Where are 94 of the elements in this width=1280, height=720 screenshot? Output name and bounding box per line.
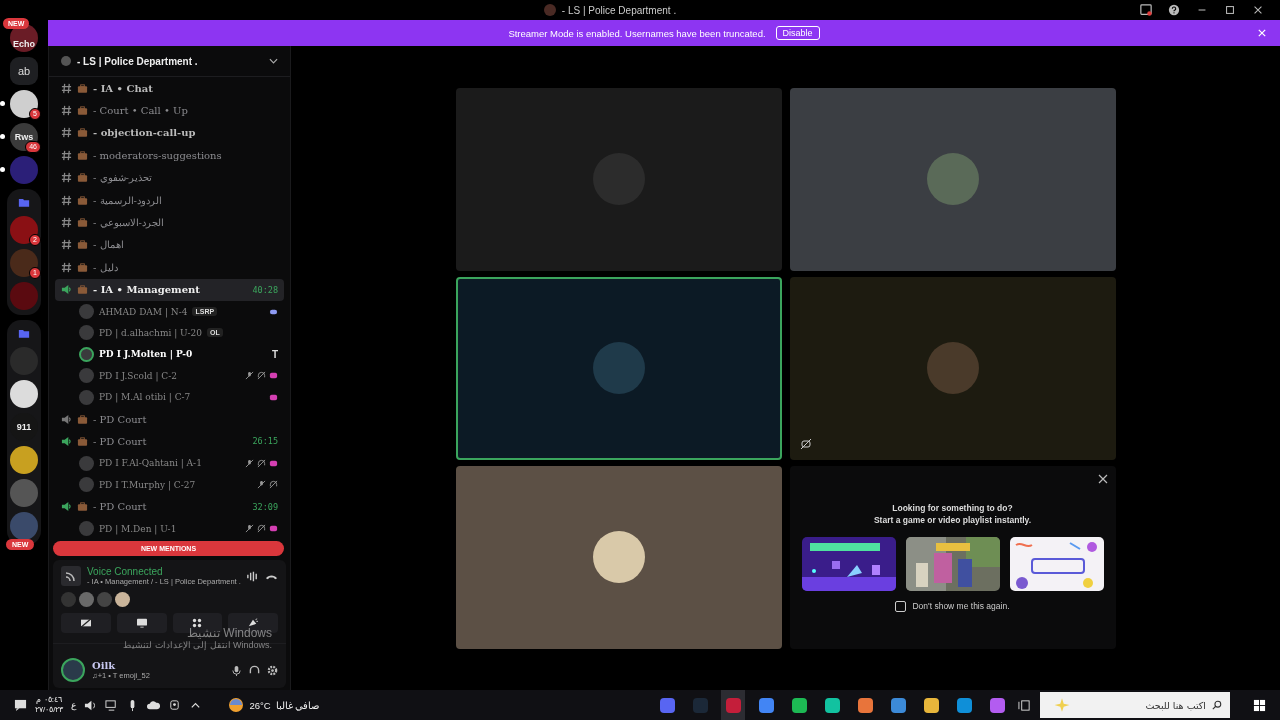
voice-member[interactable]: PD I J.Scold | C-2 xyxy=(55,365,284,387)
channel-item[interactable]: - objection-call-up xyxy=(55,121,284,145)
channel-item[interactable]: - Court • Call • Up xyxy=(55,99,284,122)
server-icon[interactable] xyxy=(10,380,38,408)
disable-button[interactable]: Disable xyxy=(775,26,820,40)
video-tile[interactable] xyxy=(455,276,782,460)
briefcase-icon xyxy=(77,127,88,139)
briefcase-icon xyxy=(77,435,88,447)
search-icon xyxy=(1212,700,1222,710)
folder-icon xyxy=(18,197,30,208)
briefcase-icon xyxy=(77,105,88,117)
banner-text: Streamer Mode is enabled. Usernames have been truncated. xyxy=(508,27,766,39)
hashtag-icon xyxy=(61,239,72,251)
maximize-icon[interactable] xyxy=(1224,4,1236,16)
hashtag-icon xyxy=(61,82,72,94)
server-icon[interactable] xyxy=(10,446,38,474)
activation-title: تنشيط Windows xyxy=(187,626,273,640)
camera-off-icon xyxy=(79,618,92,628)
language-indicator[interactable]: ع xyxy=(71,700,77,710)
hashtag-icon xyxy=(61,127,72,139)
hashtag-icon xyxy=(61,194,72,206)
weather-icon xyxy=(228,697,245,713)
briefcase-icon xyxy=(77,194,88,206)
hashtag-icon xyxy=(61,105,72,117)
channel-item[interactable]: - PD Court 26:15 xyxy=(55,430,284,453)
party-horn-icon xyxy=(247,618,260,628)
channel-item[interactable]: - تحذير-شفوي xyxy=(55,166,284,189)
window-title: - LS | Police Department . xyxy=(561,4,677,16)
activation-text: انتقل إلى الإعدادات لتنشيط Windows. xyxy=(123,640,273,650)
cloud-icon[interactable] xyxy=(147,698,161,712)
activities-heading: Looking for something to do? xyxy=(892,502,1013,513)
checkbox[interactable] xyxy=(895,600,907,612)
hashtag-icon xyxy=(61,261,72,273)
channel-item[interactable]: - الجرد-الاسبوعي xyxy=(55,211,284,234)
task-view-icon[interactable] xyxy=(1018,698,1031,712)
connection-status: Voice Connected xyxy=(87,566,164,577)
hashtag-icon xyxy=(61,149,72,161)
channel-item[interactable]: - IA • Management 40:28 xyxy=(55,278,284,301)
channel-item[interactable]: - IA • Chat xyxy=(55,77,284,100)
server-icon xyxy=(543,4,556,16)
briefcase-icon xyxy=(77,217,88,229)
hashtag-icon xyxy=(61,217,72,229)
video-tile[interactable] xyxy=(789,276,1116,460)
server-header[interactable]: - LS | Police Department . xyxy=(49,46,290,77)
voice-member[interactable]: PD | M.Al otibi | C-7 xyxy=(55,386,284,408)
signal-icon xyxy=(61,566,81,586)
video-tile[interactable] xyxy=(455,465,782,649)
screen-share-button[interactable] xyxy=(116,613,167,633)
voice-member[interactable]: PD I F.Al-Qahtani | A-1 xyxy=(55,452,284,475)
briefcase-icon xyxy=(77,413,88,425)
close-icon[interactable] xyxy=(1252,4,1264,16)
channel-item[interactable]: - الردود-الرسمية xyxy=(55,188,284,212)
avatar[interactable] xyxy=(61,658,85,682)
channel-item[interactable]: - دليل xyxy=(55,256,284,279)
briefcase-icon xyxy=(77,284,88,296)
briefcase-icon xyxy=(77,172,88,184)
clock[interactable]: ٠٥:٤٦ م ٢٧/٠٥/٢٣ xyxy=(35,695,64,715)
briefcase-icon xyxy=(77,82,88,94)
server-icon[interactable] xyxy=(10,90,38,118)
checkbox-label: Don't show me this again. xyxy=(912,601,1010,611)
channel-item[interactable]: - moderators-suggestions xyxy=(55,144,284,167)
channel-item[interactable]: - اهمال xyxy=(55,233,284,257)
server-icon[interactable]: ab xyxy=(10,57,38,85)
briefcase-icon xyxy=(77,261,88,273)
briefcase-icon xyxy=(77,239,88,251)
camera-off-button[interactable] xyxy=(61,613,111,633)
username: Oilk xyxy=(92,660,117,671)
voice-member[interactable]: PD I J.Molten | P-0 T xyxy=(55,343,284,366)
video-tile[interactable] xyxy=(789,87,1116,271)
camera-icon[interactable] xyxy=(168,698,182,712)
help-icon[interactable] xyxy=(1168,4,1180,16)
briefcase-icon xyxy=(77,501,88,513)
search-field[interactable]: اكتب هنا للبحث xyxy=(1040,692,1230,718)
server-icon xyxy=(61,56,71,66)
settings-icon[interactable] xyxy=(267,664,278,676)
channel-item[interactable]: - PD Court xyxy=(55,407,284,431)
close-icon[interactable] xyxy=(1097,473,1108,484)
voice-member[interactable]: PD I T.Murphy | C-27 xyxy=(55,474,284,496)
inbox-icon[interactable] xyxy=(1140,4,1152,16)
microphone-icon[interactable] xyxy=(231,664,242,676)
activities-subheading: Start a game or video playlist instantly. xyxy=(873,514,1032,525)
headphones-icon[interactable] xyxy=(249,664,260,676)
chevron-icon xyxy=(269,58,278,64)
screen-icon xyxy=(135,618,148,628)
hashtag-icon xyxy=(61,172,72,184)
briefcase-icon xyxy=(77,149,88,161)
channel-item[interactable]: - PD Court 32:09 xyxy=(55,495,284,518)
folder-icon xyxy=(18,328,30,339)
status-letter: T xyxy=(271,348,278,360)
grid-icon xyxy=(191,618,204,628)
server-icon[interactable]: 911 xyxy=(10,413,38,441)
voice-member[interactable]: PD | M.Den | U-1 xyxy=(55,517,284,540)
notification-icon[interactable] xyxy=(14,698,27,712)
video-tile[interactable] xyxy=(455,87,782,271)
